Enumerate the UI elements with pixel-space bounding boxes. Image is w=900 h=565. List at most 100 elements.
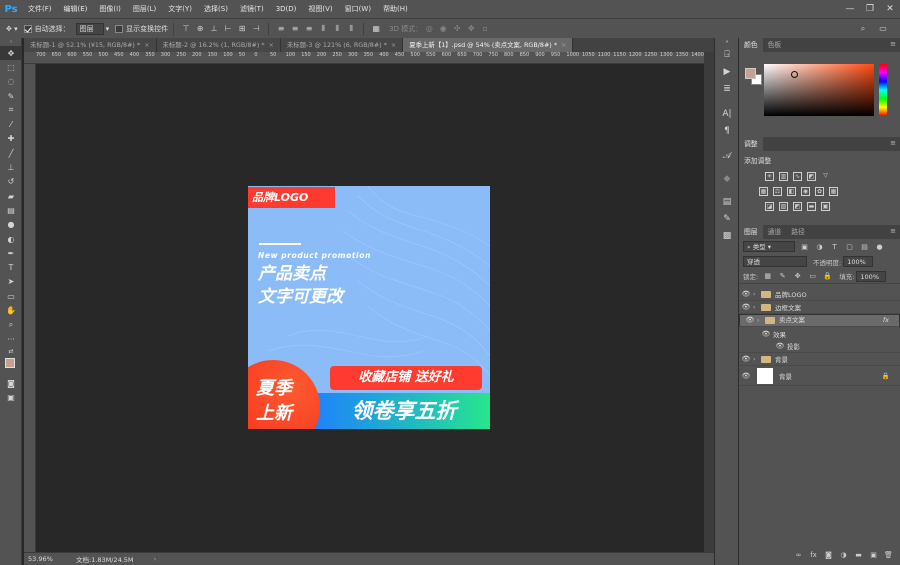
menu-type[interactable]: 文字(Y): [162, 0, 198, 18]
filter-shape-icon[interactable]: ▢: [844, 242, 855, 252]
invert-icon[interactable]: ◪: [765, 202, 774, 211]
layer-row-background[interactable]: 👁 背景 🔒: [739, 366, 900, 386]
visibility-eye-icon[interactable]: 👁: [739, 290, 753, 298]
horizontal-ruler[interactable]: 700 650 600 550 500 450 400 350 300 250 200 150 100 5…: [24, 52, 704, 64]
layer-row-selling-text[interactable]: 👁 › 卖点文案 fx: [739, 314, 900, 327]
move-tool-icon[interactable]: ✥: [0, 46, 22, 61]
lock-image-icon[interactable]: ✎: [777, 271, 788, 281]
color-balance-icon[interactable]: ⚖: [773, 187, 782, 196]
menu-3d[interactable]: 3D(D): [270, 0, 303, 18]
lock-artboard-icon[interactable]: ▭: [807, 271, 818, 281]
search-icon[interactable]: ⌕: [858, 24, 868, 34]
foreground-color-swatch[interactable]: [5, 358, 15, 369]
auto-select-checkbox[interactable]: 自动选择：: [23, 24, 70, 34]
tab-doc-active[interactable]: 夏季上新【1】.psd @ 54% (卖点文案, RGB/8#) * ×: [403, 38, 574, 52]
brightness-icon[interactable]: ☀: [765, 172, 774, 181]
pen-tool-icon[interactable]: ✒: [0, 246, 22, 260]
vertical-scrollbar[interactable]: [704, 52, 714, 552]
actions-panel-icon[interactable]: ▶: [715, 63, 739, 80]
selective-color-icon[interactable]: ▣: [821, 202, 830, 211]
tab-layers[interactable]: 图层: [739, 225, 763, 239]
vibrance-icon[interactable]: ▽: [821, 172, 830, 181]
align-top-icon[interactable]: ⊤: [181, 24, 191, 34]
menu-select[interactable]: 选择(S): [198, 0, 234, 18]
menu-file[interactable]: 文件(F): [22, 0, 58, 18]
tab-doc-3[interactable]: 未标题-3 @ 121% (6, RGB/8#) * ×: [280, 38, 404, 52]
close-tab-icon[interactable]: ×: [144, 41, 149, 49]
visibility-eye-icon[interactable]: 👁: [739, 303, 753, 311]
filter-type-icon[interactable]: T: [829, 242, 840, 252]
expand-arrow-icon[interactable]: ›: [753, 356, 761, 363]
bw-icon[interactable]: ◧: [787, 187, 796, 196]
blend-mode-dropdown[interactable]: 穿透: [743, 256, 807, 267]
lock-transparent-icon[interactable]: ▦: [762, 271, 773, 281]
levels-icon[interactable]: ▥: [779, 172, 788, 181]
align-right-icon[interactable]: ⊣: [251, 24, 261, 34]
3d-drag-icon[interactable]: ✣: [452, 24, 462, 34]
screen-mode-icon[interactable]: ▣: [0, 391, 22, 405]
exposure-icon[interactable]: ◩: [807, 172, 816, 181]
tab-adjustments[interactable]: 调整: [739, 137, 763, 151]
menu-layer[interactable]: 图层(L): [127, 0, 162, 18]
visibility-eye-icon[interactable]: 👁: [773, 342, 787, 350]
shape-tool-icon[interactable]: ▭: [0, 289, 22, 303]
path-select-tool-icon[interactable]: ➤: [0, 275, 22, 289]
fx-badge[interactable]: fx: [883, 315, 889, 326]
quick-select-tool-icon[interactable]: ✎: [0, 89, 22, 103]
filter-smart-icon[interactable]: ▤: [859, 242, 870, 252]
blur-tool-icon[interactable]: ●: [0, 218, 22, 232]
distribute-left-icon[interactable]: ⦀: [318, 24, 328, 34]
layer-effects-row[interactable]: 👁 效果: [739, 327, 900, 340]
lock-position-icon[interactable]: ✥: [792, 271, 803, 281]
vertical-ruler[interactable]: [24, 64, 36, 552]
lock-all-icon[interactable]: 🔒: [822, 271, 833, 281]
dodge-tool-icon[interactable]: ◐: [0, 232, 22, 246]
tab-doc-1[interactable]: 未标题-1 @ 52.1% (¥15, RGB/8#) * ×: [24, 38, 157, 52]
align-left-icon[interactable]: ⊢: [223, 24, 233, 34]
tab-channels[interactable]: 通道: [763, 225, 787, 239]
color-field[interactable]: [764, 64, 874, 116]
tab-doc-2[interactable]: 未标题-2 @ 16.2% (1, RGB/8#) * ×: [156, 38, 281, 52]
add-style-icon[interactable]: fx: [808, 550, 819, 560]
color-picker-cursor[interactable]: [791, 71, 798, 78]
swatch-panel-icon[interactable]: ▩: [715, 227, 739, 244]
filter-adjust-icon[interactable]: ◑: [814, 242, 825, 252]
visibility-eye-icon[interactable]: 👁: [739, 372, 753, 380]
3d-panel-icon[interactable]: ◆: [715, 170, 739, 187]
curves-icon[interactable]: ∿: [793, 172, 802, 181]
tab-swatches[interactable]: 色板: [763, 38, 787, 52]
filter-toggle-icon[interactable]: ●: [874, 242, 885, 252]
menu-help[interactable]: 帮助(H): [377, 0, 414, 18]
3d-roll-icon[interactable]: ◉: [438, 24, 448, 34]
brushes-panel-icon[interactable]: ✎: [715, 210, 739, 227]
glyphs-panel-icon[interactable]: 𝒜: [715, 147, 739, 164]
hue-sat-icon[interactable]: ▦: [759, 187, 768, 196]
quick-mask-icon[interactable]: ◙: [0, 376, 22, 390]
link-layers-icon[interactable]: ∞: [793, 550, 804, 560]
visibility-eye-icon[interactable]: 👁: [759, 330, 773, 338]
libraries-panel-icon[interactable]: ▤: [715, 193, 739, 210]
expand-arrow-icon[interactable]: ›: [757, 315, 765, 326]
fill-input[interactable]: 100%: [856, 270, 887, 282]
photo-filter-icon[interactable]: ◉: [801, 187, 810, 196]
maximize-icon[interactable]: ❐: [860, 0, 880, 18]
expand-arrow-icon[interactable]: ›: [753, 304, 761, 311]
auto-align-icon[interactable]: ▦: [371, 24, 381, 34]
align-bottom-icon[interactable]: ⊥: [209, 24, 219, 34]
delete-layer-icon[interactable]: 🗑: [883, 550, 894, 560]
align-hcenter-icon[interactable]: ⊞: [237, 24, 247, 34]
tab-color[interactable]: 颜色: [739, 38, 763, 52]
distribute-bottom-icon[interactable]: ≡: [304, 24, 314, 34]
close-tab-icon[interactable]: ×: [391, 41, 396, 49]
stamp-tool-icon[interactable]: ⊥: [0, 160, 22, 174]
swap-colors-icon[interactable]: ⇄: [0, 346, 22, 356]
history-panel-icon[interactable]: ⍈: [715, 46, 739, 63]
color-swatches[interactable]: [0, 356, 22, 376]
close-icon[interactable]: ✕: [880, 0, 900, 18]
new-layer-icon[interactable]: ▣: [868, 550, 879, 560]
gradient-tool-icon[interactable]: ▤: [0, 203, 22, 217]
align-vcenter-icon[interactable]: ⊕: [195, 24, 205, 34]
distribute-vcenter-icon[interactable]: ≡: [290, 24, 300, 34]
auto-select-dropdown[interactable]: 图层: [75, 22, 104, 35]
distribute-right-icon[interactable]: ⦀: [346, 24, 356, 34]
